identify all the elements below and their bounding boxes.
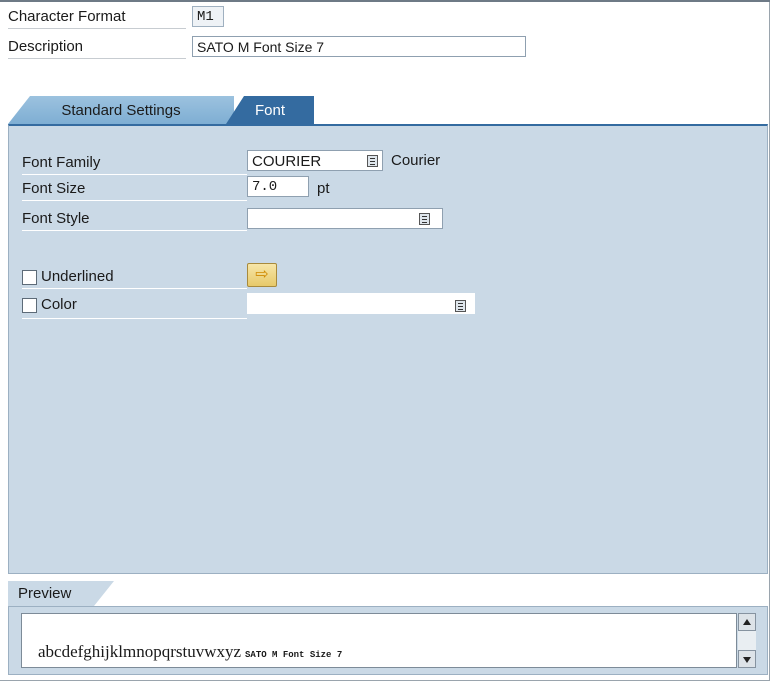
row-divider	[22, 174, 247, 175]
font-style-picker-icon[interactable]	[419, 213, 430, 225]
scroll-up-button[interactable]	[738, 613, 756, 631]
font-style-field[interactable]	[247, 208, 443, 229]
color-label: Color	[41, 296, 77, 313]
underlined-checkbox[interactable]	[22, 270, 37, 285]
row-divider	[22, 318, 247, 319]
character-format-field[interactable]: M1	[192, 6, 224, 27]
description-label: Description	[8, 38, 84, 55]
arrow-right-button[interactable]: ⇨	[247, 263, 277, 287]
row-divider	[22, 200, 247, 201]
preview-box: abcdefghijklmnopqrstuvwxyz SATO M Font Si…	[21, 613, 737, 668]
preview-panel: abcdefghijklmnopqrstuvwxyz SATO M Font Si…	[8, 606, 768, 675]
color-field[interactable]	[247, 293, 475, 314]
tab-standard-settings[interactable]: Standard Settings	[8, 96, 234, 124]
row-divider	[22, 288, 247, 289]
preview-scrollbar[interactable]	[738, 613, 756, 668]
font-size-field[interactable]: 7.0	[247, 176, 309, 197]
font-family-label: Font Family	[22, 154, 101, 171]
underlined-label: Underlined	[41, 268, 114, 285]
scroll-down-icon	[743, 657, 751, 663]
character-format-label: Character Format	[8, 8, 126, 25]
header-divider	[8, 28, 186, 29]
arrow-right-icon: ⇨	[255, 266, 269, 283]
font-size-label: Font Size	[22, 180, 86, 197]
font-family-value: COURIER	[252, 153, 322, 170]
font-family-name: Courier	[391, 152, 441, 169]
preview-sample-text: abcdefghijklmnopqrstuvwxyz	[38, 642, 242, 661]
font-style-label: Font Style	[22, 210, 90, 227]
font-size-unit: pt	[317, 180, 330, 197]
scroll-down-button[interactable]	[738, 650, 756, 668]
font-family-field[interactable]: COURIER	[247, 150, 383, 171]
font-family-picker-icon[interactable]	[367, 155, 378, 167]
color-checkbox[interactable]	[22, 298, 37, 313]
preview-sample: abcdefghijklmnopqrstuvwxyz SATO M Font Si…	[38, 642, 342, 662]
description-field[interactable]: SATO M Font Size 7	[192, 36, 526, 57]
row-divider	[22, 230, 247, 231]
header-divider	[8, 58, 186, 59]
font-settings-panel: Font Family COURIER Courier Font Size 7.…	[8, 124, 768, 574]
scroll-up-icon	[743, 619, 751, 625]
top-border	[0, 0, 770, 2]
preview-sample-small: SATO M Font Size 7	[245, 650, 343, 660]
color-picker-icon[interactable]	[455, 300, 466, 312]
